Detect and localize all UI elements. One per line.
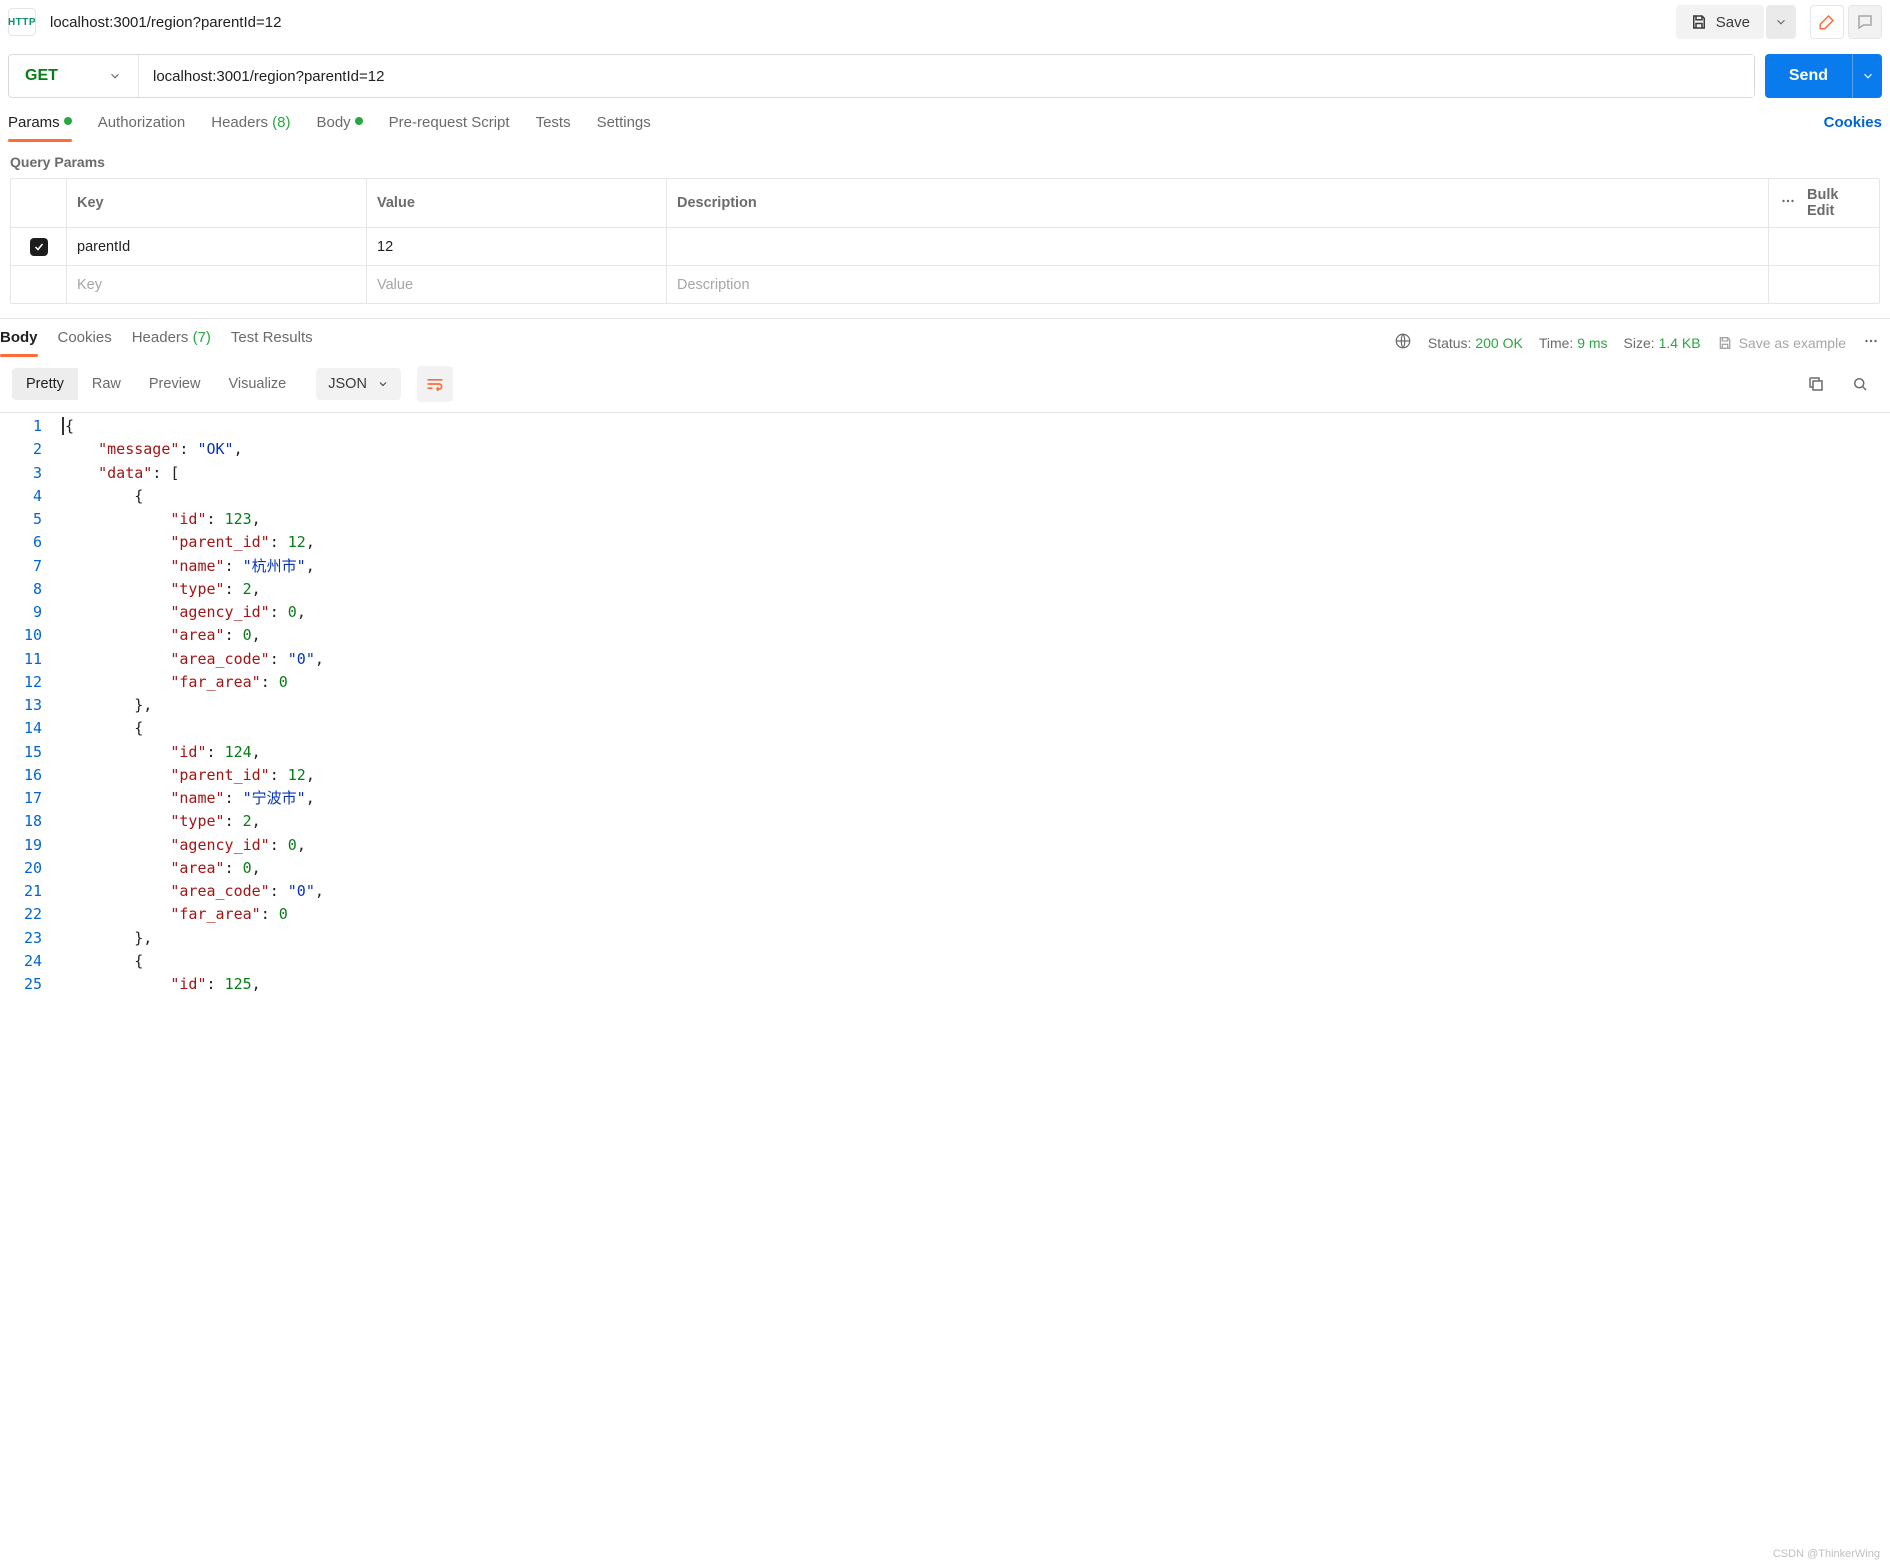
col-key: Key: [67, 179, 367, 227]
chevron-down-icon: [377, 378, 389, 390]
view-pretty[interactable]: Pretty: [12, 368, 78, 400]
view-raw[interactable]: Raw: [78, 368, 135, 400]
resp-tab-body[interactable]: Body: [0, 329, 38, 356]
save-dropdown[interactable]: [1766, 5, 1796, 39]
comments-button[interactable]: [1848, 5, 1882, 39]
method-value: GET: [25, 67, 58, 85]
param-value-placeholder[interactable]: Value: [367, 266, 667, 303]
row-checkbox[interactable]: [30, 238, 48, 256]
more-icon[interactable]: [1779, 192, 1797, 214]
url-input[interactable]: [139, 55, 1754, 97]
http-protocol-icon: HTTP: [8, 8, 36, 36]
query-params-table: Key Value Description Bulk Edit parentId…: [10, 178, 1880, 304]
edit-button[interactable]: [1810, 5, 1844, 39]
copy-icon: [1807, 375, 1825, 393]
send-button[interactable]: Send: [1765, 54, 1852, 98]
globe-icon[interactable]: [1394, 332, 1412, 353]
search-response[interactable]: [1842, 366, 1878, 402]
chevron-down-icon: [108, 69, 122, 83]
col-value: Value: [367, 179, 667, 227]
tab-settings[interactable]: Settings: [597, 114, 651, 141]
resp-tab-cookies[interactable]: Cookies: [58, 329, 112, 356]
wrap-icon: [425, 374, 445, 394]
line-gutter: 1234567891011121314151617181920212223242…: [0, 413, 52, 1002]
save-icon: [1690, 13, 1708, 31]
tab-authorization[interactable]: Authorization: [98, 114, 186, 141]
save-as-example[interactable]: Save as example: [1717, 335, 1846, 351]
check-icon: [33, 241, 45, 253]
tab-body[interactable]: Body: [316, 114, 362, 141]
copy-response[interactable]: [1798, 366, 1834, 402]
tab-headers[interactable]: Headers (8): [211, 114, 290, 141]
params-active-dot: [64, 117, 72, 125]
param-desc-placeholder[interactable]: Description: [667, 266, 1769, 303]
save-icon: [1717, 335, 1733, 351]
view-visualize[interactable]: Visualize: [214, 368, 300, 400]
view-preview[interactable]: Preview: [135, 368, 215, 400]
tab-params[interactable]: Params: [8, 114, 72, 141]
bulk-edit-link[interactable]: Bulk Edit: [1807, 187, 1869, 219]
more-icon[interactable]: [1862, 332, 1880, 353]
param-key-placeholder[interactable]: Key: [67, 266, 367, 303]
table-row-new[interactable]: Key Value Description: [11, 265, 1879, 303]
resp-tab-headers[interactable]: Headers (7): [132, 329, 211, 356]
response-body[interactable]: 1234567891011121314151617181920212223242…: [0, 412, 1890, 1002]
save-label: Save: [1716, 14, 1750, 31]
table-row: parentId 12: [11, 227, 1879, 265]
cookies-link[interactable]: Cookies: [1824, 114, 1882, 141]
code-lines[interactable]: { "message": "OK", "data": [ { "id": 123…: [52, 413, 1890, 1002]
comment-icon: [1856, 13, 1874, 31]
line-wrap-toggle[interactable]: [417, 366, 453, 402]
body-active-dot: [355, 117, 363, 125]
size-meta: Size: 1.4 KB: [1624, 335, 1701, 351]
body-type-select[interactable]: JSON: [316, 368, 401, 400]
time-meta: Time: 9 ms: [1539, 335, 1608, 351]
param-value[interactable]: 12: [367, 228, 667, 265]
col-description: Description: [667, 179, 1769, 227]
param-key[interactable]: parentId: [67, 228, 367, 265]
method-select[interactable]: GET: [9, 55, 139, 97]
view-mode-segment: Pretty Raw Preview Visualize: [12, 368, 300, 400]
search-icon: [1851, 375, 1869, 393]
tab-prerequest[interactable]: Pre-request Script: [389, 114, 510, 141]
tab-tests[interactable]: Tests: [536, 114, 571, 141]
save-button[interactable]: Save: [1676, 5, 1764, 39]
pencil-icon: [1818, 13, 1836, 31]
param-desc[interactable]: [667, 228, 1769, 265]
watermark: CSDN @ThinkerWing: [1773, 1548, 1880, 1560]
query-params-heading: Query Params: [0, 142, 1890, 178]
send-dropdown[interactable]: [1852, 54, 1882, 98]
resp-tab-test-results[interactable]: Test Results: [231, 329, 313, 356]
status-meta: Status: 200 OK: [1428, 335, 1523, 351]
request-tab-title: localhost:3001/region?parentId=12: [50, 14, 281, 31]
